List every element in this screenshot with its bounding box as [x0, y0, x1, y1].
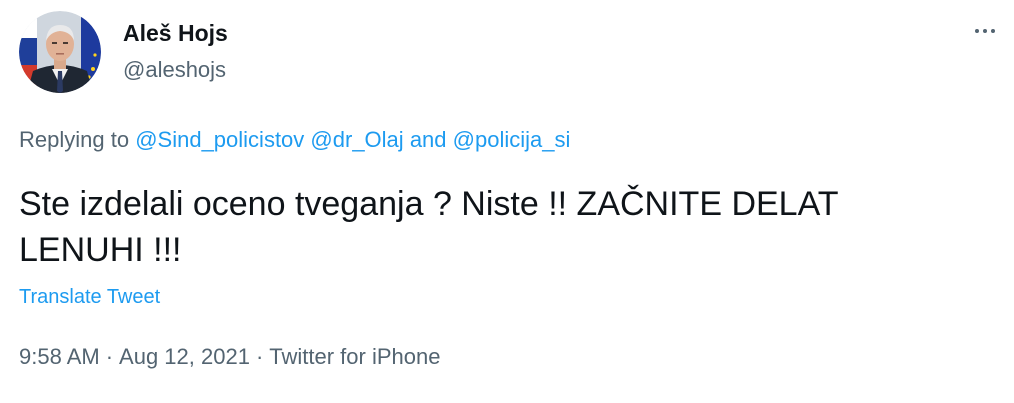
avatar-image	[19, 11, 101, 93]
avatar[interactable]	[19, 11, 101, 93]
author-handle[interactable]: @aleshojs	[123, 57, 226, 83]
more-icon-dot	[991, 29, 995, 33]
tweet-text: Ste izdelali oceno tveganja ? Niste !! Z…	[19, 181, 999, 273]
tweet-date[interactable]: Aug 12, 2021	[119, 344, 250, 369]
replying-joiner[interactable]: and	[410, 127, 447, 152]
meta-separator: ·	[255, 344, 264, 369]
more-icon[interactable]	[970, 16, 1000, 46]
meta-separator: ·	[105, 344, 114, 369]
replying-to: Replying to @Sind_policistov @dr_Olaj an…	[19, 127, 570, 153]
replying-prefix: Replying to	[19, 127, 130, 152]
tweet-time[interactable]: 9:58 AM	[19, 344, 100, 369]
tweet-source[interactable]: Twitter for iPhone	[269, 344, 440, 369]
translate-tweet-link[interactable]: Translate Tweet	[19, 286, 160, 309]
more-icon-dot	[983, 29, 987, 33]
tweet: Aleš Hojs @aleshojs Replying to @Sind_po…	[0, 0, 1014, 403]
author-display-name[interactable]: Aleš Hojs	[123, 20, 228, 47]
tweet-text-line-1: Ste izdelali oceno tveganja ? Niste !! Z…	[19, 185, 839, 223]
mention-sind-policistov[interactable]: @Sind_policistov	[135, 127, 304, 152]
mention-policija-si[interactable]: @policija_si	[453, 127, 571, 152]
more-icon-dot	[975, 29, 979, 33]
tweet-text-line-2: LENUHI !!!	[19, 231, 182, 269]
mention-dr-olaj[interactable]: @dr_Olaj	[310, 127, 403, 152]
tweet-meta: 9:58 AM · Aug 12, 2021 · Twitter for iPhone	[19, 344, 440, 370]
